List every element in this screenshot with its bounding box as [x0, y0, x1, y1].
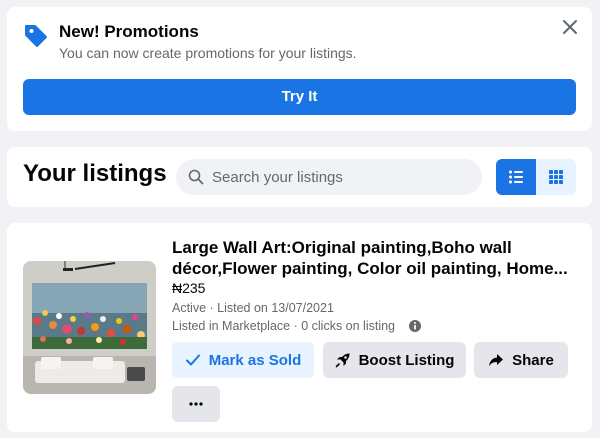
listing-thumbnail[interactable] — [23, 261, 156, 394]
grid-icon — [549, 170, 563, 184]
promo-subtitle: You can now create promotions for your l… — [59, 45, 357, 61]
listing-title[interactable]: Large Wall Art:Original painting,Boho wa… — [172, 237, 572, 279]
tag-icon — [25, 25, 47, 47]
page-title: Your listings — [23, 160, 167, 187]
close-icon[interactable] — [559, 16, 581, 38]
marketplace-info: Listed in Marketplace · 0 clicks on list… — [172, 319, 396, 333]
mark-as-sold-button[interactable]: Mark as Sold — [172, 342, 314, 378]
search-input[interactable] — [212, 168, 472, 186]
rocket-icon — [335, 353, 350, 368]
promo-title: New! Promotions — [59, 22, 199, 41]
listing-price: ₦235 — [172, 280, 206, 296]
search-icon — [188, 169, 204, 185]
list-icon — [509, 170, 523, 184]
listing-card: Large Wall Art:Original painting,Boho wa… — [7, 223, 592, 432]
painting-image — [23, 261, 156, 394]
list-view-button[interactable] — [496, 159, 536, 195]
boost-listing-label: Boost Listing — [358, 351, 455, 369]
boost-listing-button[interactable]: Boost Listing — [323, 342, 466, 378]
share-button[interactable]: Share — [474, 342, 568, 378]
more-icon — [189, 402, 203, 406]
search-box[interactable] — [176, 159, 482, 195]
info-icon[interactable] — [408, 319, 422, 333]
listing-status: Active · Listed on 13/07/2021 — [172, 301, 334, 315]
promotions-card: New! Promotions You can now create promo… — [7, 7, 592, 131]
mark-as-sold-label: Mark as Sold — [208, 351, 302, 369]
try-it-button[interactable]: Try It — [23, 79, 576, 115]
listings-header: Your listings — [7, 147, 592, 207]
grid-view-button[interactable] — [536, 159, 576, 195]
share-label: Share — [512, 351, 554, 369]
checkmark-icon — [185, 354, 200, 366]
share-arrow-icon — [489, 354, 504, 367]
more-options-button[interactable] — [172, 386, 220, 422]
